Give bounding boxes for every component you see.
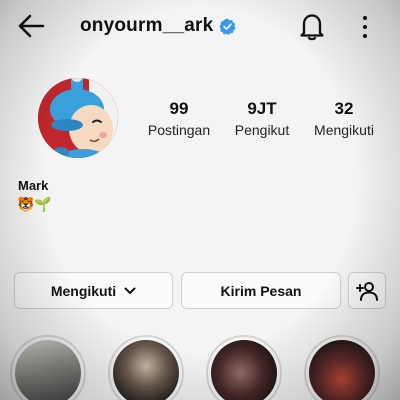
story-highlight[interactable]	[108, 335, 184, 400]
followers-count[interactable]: 9JT Pengikut	[230, 99, 294, 139]
following-button-label: Mengikuti	[50, 282, 117, 299]
story-highlight-thumbnail	[309, 340, 375, 400]
more-vertical-icon-dot	[363, 34, 367, 38]
posts-count[interactable]: 99 Postingan	[146, 99, 212, 139]
notifications-button[interactable]	[298, 11, 326, 41]
following-dropdown-button[interactable]: Mengikuti	[14, 272, 173, 309]
add-user-icon	[356, 281, 378, 301]
bell-icon	[300, 14, 324, 41]
posts-count-value: 99	[169, 99, 189, 118]
story-highlight[interactable]	[10, 335, 86, 400]
following-count[interactable]: 32 Mengikuti	[311, 99, 377, 139]
following-count-label: Mengikuti	[314, 122, 374, 138]
more-vertical-icon-dot	[363, 25, 367, 29]
back-button[interactable]	[16, 12, 46, 40]
verified-badge-icon	[219, 18, 236, 35]
pocoyo-avatar-image	[38, 78, 118, 158]
suggested-users-button[interactable]	[348, 272, 386, 309]
chevron-down-icon	[124, 287, 136, 294]
top-bar: onyourm__ark	[0, 0, 400, 52]
more-vertical-icon-dot	[363, 16, 367, 20]
profile-display-name: Mark	[18, 178, 49, 193]
send-message-button[interactable]: Kirim Pesan	[181, 272, 341, 309]
following-count-value: 32	[334, 99, 354, 118]
username-header: onyourm__ark	[80, 12, 236, 40]
story-highlight-thumbnail	[113, 340, 179, 400]
profile-avatar[interactable]	[37, 67, 119, 165]
story-highlight-thumbnail	[15, 340, 81, 400]
posts-count-label: Postingan	[147, 122, 211, 138]
story-highlight-thumbnail	[211, 340, 277, 400]
profile-bio: 🐯🌱	[17, 196, 52, 212]
profile-username: onyourm__ark	[80, 15, 214, 36]
followers-count-value: 9JT	[247, 99, 277, 118]
arrow-left-icon	[18, 14, 45, 38]
story-highlight[interactable]	[304, 335, 380, 400]
send-message-label: Kirim Pesan	[220, 282, 302, 299]
more-options-button[interactable]	[358, 14, 372, 40]
story-highlight[interactable]	[206, 335, 282, 400]
followers-count-label: Pengikut	[234, 122, 290, 138]
